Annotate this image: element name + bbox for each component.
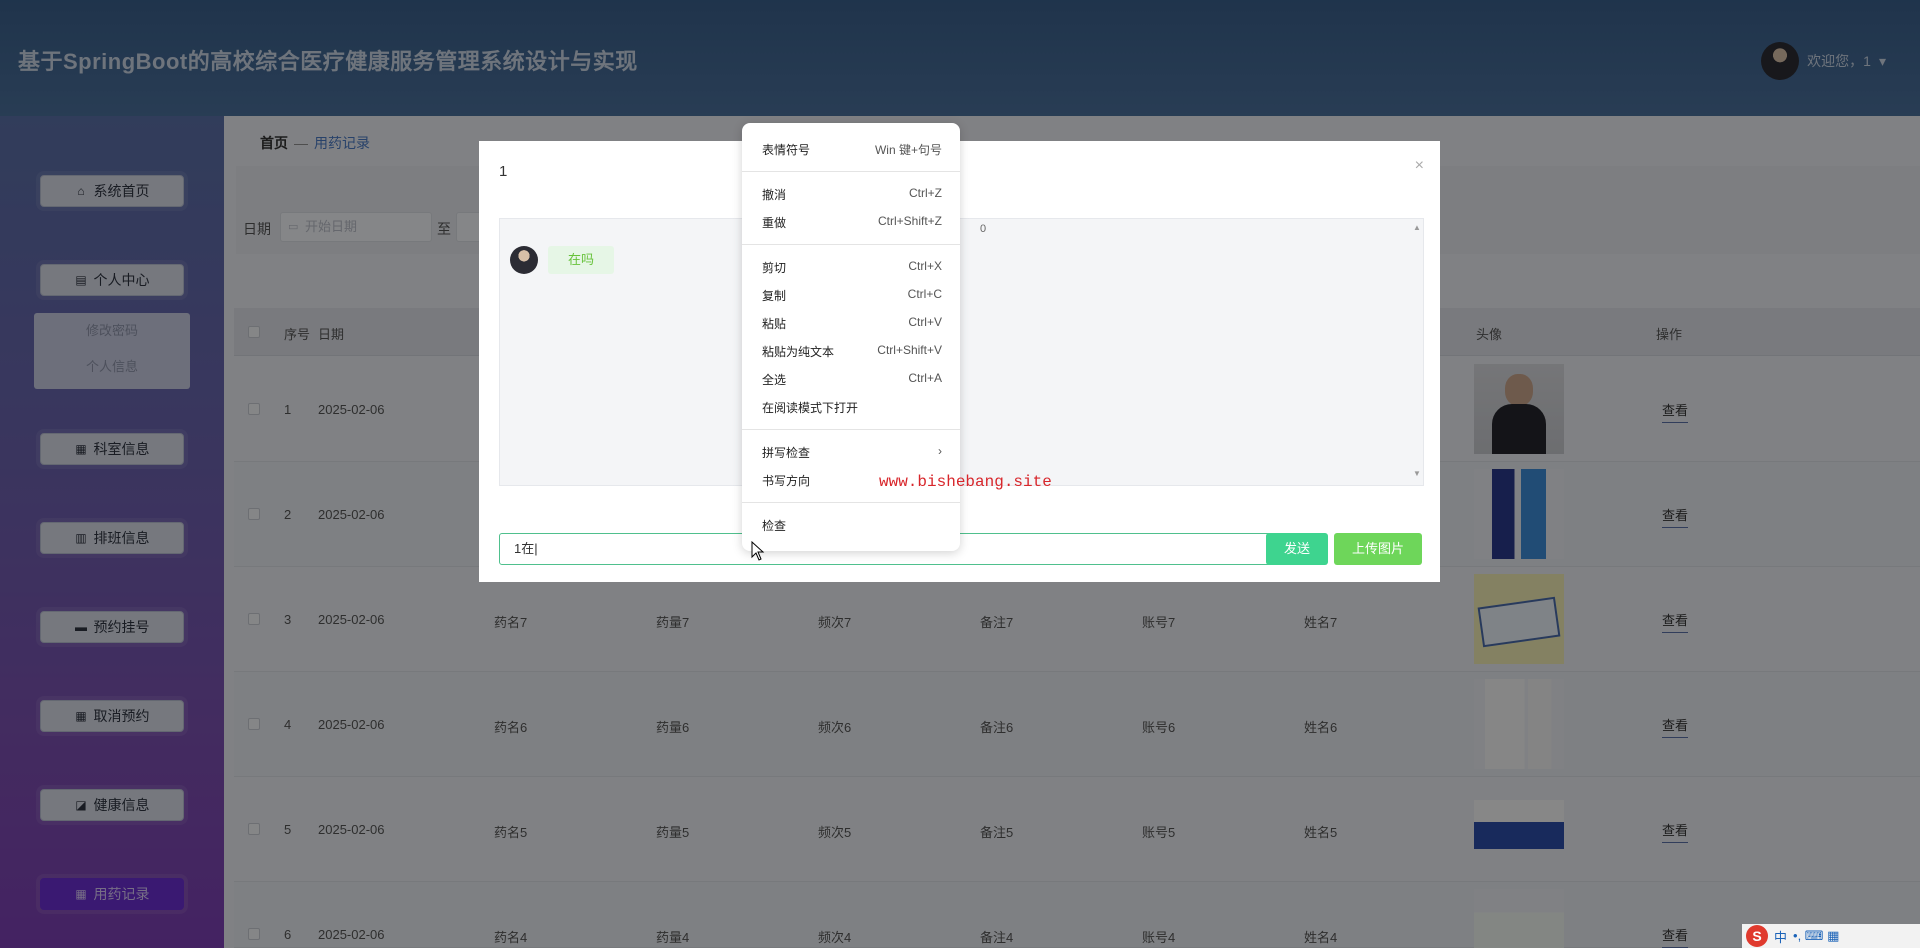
dialog-title: 1	[499, 163, 508, 180]
chevron-right-icon: ›	[938, 444, 942, 458]
menu-item-shortcut: Ctrl+Shift+Z	[877, 214, 942, 228]
ime-toolbar[interactable]: S 中 •, ⌨ ▦	[1742, 924, 1920, 948]
menu-item-shortcut: Ctrl+A	[908, 371, 942, 385]
menu-item-label: 检查	[762, 519, 787, 533]
menu-item-label: 粘贴	[762, 317, 787, 331]
menu-item-paste-plain[interactable]: 粘贴为纯文本 Ctrl+Shift+V	[762, 343, 942, 360]
menu-item-undo[interactable]: 撤消 Ctrl+Z	[762, 186, 942, 203]
menu-item-copy[interactable]: 复制 Ctrl+C	[762, 287, 942, 304]
close-icon[interactable]: ×	[1415, 157, 1424, 175]
ime-extras[interactable]: •, ⌨ ▦	[1793, 928, 1839, 944]
menu-item-label: 表情符号	[762, 143, 811, 157]
menu-item-label: 复制	[762, 289, 787, 303]
sogou-logo-icon[interactable]: S	[1746, 925, 1768, 947]
scrollbar[interactable]: ▲	[1413, 223, 1421, 232]
menu-item-shortcut: Ctrl+Z	[909, 186, 942, 200]
chat-message: 在吗	[548, 246, 615, 274]
menu-item-select-all[interactable]: 全选 Ctrl+A	[762, 371, 942, 388]
menu-item-label: 全选	[762, 373, 787, 387]
menu-divider	[742, 244, 960, 245]
menu-item-label: 撤消	[762, 188, 787, 202]
menu-item-label: 拼写检查	[762, 446, 811, 460]
scrollbar-down-icon[interactable]: ▼	[1413, 469, 1421, 478]
ime-language[interactable]: 中	[1774, 927, 1787, 946]
menu-item-cut[interactable]: 剪切 Ctrl+X	[762, 259, 942, 276]
menu-divider	[742, 171, 960, 172]
menu-item-inspect[interactable]: 检查	[762, 517, 942, 534]
menu-divider	[742, 429, 960, 430]
menu-item-label: 重做	[762, 216, 787, 230]
menu-item-shortcut: Ctrl+C	[907, 287, 942, 301]
menu-item-label: 书写方向	[762, 474, 811, 488]
send-button[interactable]: 发送	[1266, 533, 1328, 565]
menu-divider	[742, 502, 960, 503]
menu-item-shortcut: Ctrl+X	[908, 259, 942, 273]
menu-item-redo[interactable]: 重做 Ctrl+Shift+Z	[762, 214, 942, 231]
menu-item-emoji[interactable]: 表情符号 Win 键+句号	[762, 141, 942, 158]
menu-item-shortcut: Win 键+句号	[874, 143, 942, 157]
chat-messages[interactable]: 在吗 0 ▲ ▼	[499, 218, 1424, 486]
watermark: www.bishebang.site	[879, 473, 1052, 491]
menu-item-label: 剪切	[762, 261, 787, 275]
stray-text: 0	[980, 223, 987, 235]
upload-image-button[interactable]: 上传图片	[1334, 533, 1422, 565]
menu-item-reading-mode[interactable]: 在阅读模式下打开	[762, 399, 942, 416]
menu-item-label: 粘贴为纯文本	[762, 345, 835, 359]
menu-item-shortcut: Ctrl+Shift+V	[877, 343, 942, 357]
menu-item-spellcheck[interactable]: 拼写检查 ›	[762, 444, 942, 461]
menu-item-paste[interactable]: 粘贴 Ctrl+V	[762, 315, 942, 332]
menu-item-shortcut: Ctrl+V	[908, 315, 942, 329]
avatar	[510, 246, 538, 274]
menu-item-label: 在阅读模式下打开	[762, 401, 859, 415]
